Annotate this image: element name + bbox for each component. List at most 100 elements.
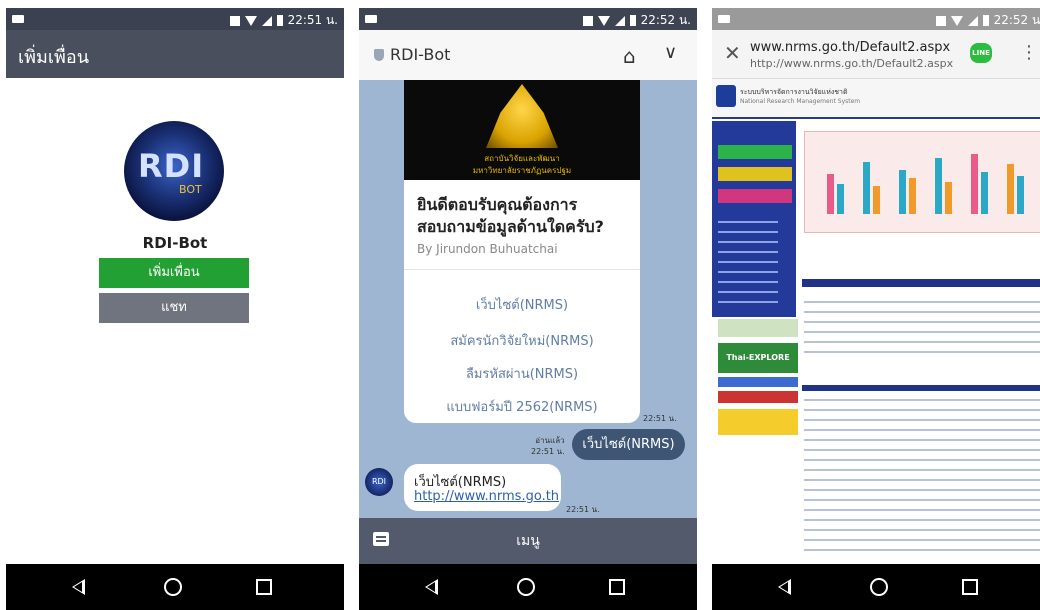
card-link-website[interactable]: เว็บไซต์(NRMS) bbox=[404, 294, 640, 315]
chart-bar bbox=[935, 158, 942, 214]
card-question: ยินดีตอบรับคุณต้องการสอบถามข้อมูลด้านใดค… bbox=[417, 195, 604, 236]
back-icon[interactable] bbox=[778, 579, 791, 595]
chevron-down-icon[interactable]: ∨ bbox=[664, 42, 677, 63]
news-line[interactable] bbox=[804, 341, 1040, 343]
body-text-line bbox=[804, 479, 1040, 481]
back-icon[interactable] bbox=[72, 579, 85, 595]
site-logo-icon bbox=[716, 85, 736, 107]
home-circle-icon[interactable] bbox=[164, 578, 182, 596]
thai-explore-banner[interactable]: Thai-EXPLORE bbox=[718, 343, 798, 373]
status-time: 22:51 น. bbox=[287, 13, 338, 27]
news-line[interactable] bbox=[804, 311, 1040, 313]
phone-screen-add-friend: 22:51 น. เพิ่มเพื่อน RDI BOT RDI-Bot เพิ… bbox=[6, 8, 344, 610]
body-text-line bbox=[804, 489, 1040, 491]
bot-reply-link[interactable]: http://www.nrms.go.th bbox=[414, 489, 559, 504]
message-timestamp: 22:51 น. bbox=[643, 414, 677, 423]
sidebar-button-pink[interactable] bbox=[718, 189, 792, 203]
shield-icon bbox=[374, 49, 384, 61]
bot-avatar[interactable]: RDI bbox=[365, 468, 393, 496]
news-line[interactable] bbox=[804, 301, 1040, 303]
status-time: 22:52 น. bbox=[640, 13, 691, 27]
in-app-browser-bar: ✕ www.nrms.go.th/Default2.aspx http://ww… bbox=[712, 30, 1040, 79]
chart-bar bbox=[863, 162, 870, 214]
body-text-line bbox=[804, 459, 1040, 461]
signal-icon bbox=[967, 15, 978, 26]
body-text-line bbox=[804, 409, 1040, 411]
chart-bar bbox=[971, 154, 978, 214]
home-icon[interactable]: ⌂ bbox=[623, 44, 636, 68]
back-icon[interactable] bbox=[425, 579, 438, 595]
site-subtitle: National Research Management System bbox=[740, 98, 861, 105]
card-image-caption-2: มหาวิทยาลัยราชภัฏนครปฐม bbox=[472, 166, 572, 175]
side-banner[interactable] bbox=[718, 391, 798, 403]
home-circle-icon[interactable] bbox=[517, 578, 535, 596]
sidebar-link[interactable] bbox=[718, 231, 778, 233]
body-text-line bbox=[804, 509, 1040, 511]
page-url-title: www.nrms.go.th/Default2.aspx bbox=[750, 40, 951, 55]
sidebar-link[interactable] bbox=[718, 261, 778, 263]
recents-icon[interactable] bbox=[256, 579, 272, 595]
notification-icon bbox=[365, 15, 377, 23]
rich-message-card: สถาบันวิจัยและพัฒนา มหาวิทยาลัยราชภัฏนคร… bbox=[404, 80, 640, 423]
rich-menu-bar[interactable]: เมนู bbox=[359, 518, 697, 564]
line-share-icon[interactable]: LINE bbox=[970, 43, 992, 63]
sidebar-link[interactable] bbox=[718, 221, 778, 223]
home-circle-icon[interactable] bbox=[870, 578, 888, 596]
wifi-icon bbox=[950, 15, 963, 26]
android-nav-bar bbox=[712, 564, 1040, 610]
sidebar-button-yellow[interactable] bbox=[718, 167, 792, 181]
body-text-line bbox=[804, 529, 1040, 531]
chat-button[interactable]: แชท bbox=[99, 293, 249, 323]
add-friend-button[interactable]: เพิ่มเพื่อน bbox=[99, 258, 249, 288]
close-icon[interactable]: ✕ bbox=[724, 41, 741, 65]
bot-avatar: RDI BOT bbox=[124, 121, 224, 221]
section-header bbox=[802, 385, 1040, 391]
card-link-register[interactable]: สมัครนักวิจัยใหม่(NRMS) bbox=[404, 330, 640, 351]
sidebar-button-green[interactable] bbox=[718, 145, 792, 159]
side-banner[interactable] bbox=[718, 377, 798, 387]
card-link-form-2562[interactable]: แบบฟอร์มปี 2562(NRMS) bbox=[404, 396, 640, 417]
notification-icon bbox=[718, 15, 730, 23]
avatar-logo-subtext: BOT bbox=[179, 183, 202, 196]
vibrate-icon bbox=[582, 15, 593, 26]
body-text-line bbox=[804, 439, 1040, 441]
body-text-line bbox=[804, 539, 1040, 541]
chart-bar bbox=[1007, 164, 1014, 214]
sidebar-link[interactable] bbox=[718, 281, 778, 283]
news-line[interactable] bbox=[804, 331, 1040, 333]
side-banner[interactable] bbox=[718, 319, 798, 337]
sidebar-link[interactable] bbox=[718, 291, 778, 293]
site-sidebar[interactable] bbox=[712, 121, 796, 317]
page-title: เพิ่มเพื่อน bbox=[18, 47, 90, 68]
recents-icon[interactable] bbox=[609, 579, 625, 595]
chart-bar bbox=[1017, 176, 1024, 214]
chart-bar bbox=[837, 184, 844, 214]
chart-bar bbox=[945, 182, 952, 214]
recents-icon[interactable] bbox=[962, 579, 978, 595]
menu-label[interactable]: เมนู bbox=[359, 530, 697, 552]
divider bbox=[404, 269, 640, 270]
news-line[interactable] bbox=[804, 351, 1040, 353]
body-text-line bbox=[804, 429, 1040, 431]
side-banner[interactable] bbox=[718, 409, 798, 435]
webpage-content[interactable]: ระบบบริหารจัดการงานวิจัยแห่งชาติ Nationa… bbox=[712, 79, 1040, 564]
signal-icon bbox=[614, 15, 625, 26]
sidebar-link[interactable] bbox=[718, 241, 778, 243]
body-text-line bbox=[804, 519, 1040, 521]
body-text-line bbox=[804, 549, 1040, 551]
more-options-icon[interactable]: ⋮ bbox=[1020, 42, 1038, 63]
notification-icon bbox=[12, 15, 24, 23]
sidebar-link[interactable] bbox=[718, 301, 778, 303]
sidebar-link[interactable] bbox=[718, 251, 778, 253]
news-line[interactable] bbox=[804, 321, 1040, 323]
user-message-bubble: เว็บไซต์(NRMS) bbox=[572, 429, 685, 460]
message-timestamp: 22:51 น. bbox=[566, 505, 600, 514]
card-link-forgot-password[interactable]: ลืมรหัสผ่าน(NRMS) bbox=[404, 363, 640, 384]
status-time: 22:52 น. bbox=[993, 13, 1040, 27]
chat-title: RDI-Bot bbox=[390, 45, 451, 64]
sidebar-link[interactable] bbox=[718, 271, 778, 273]
chart-bar bbox=[909, 178, 916, 214]
chat-header: RDI-Bot ⌂ ∨ bbox=[359, 30, 697, 80]
chart-bar bbox=[899, 170, 906, 214]
statistics-chart bbox=[804, 131, 1040, 233]
